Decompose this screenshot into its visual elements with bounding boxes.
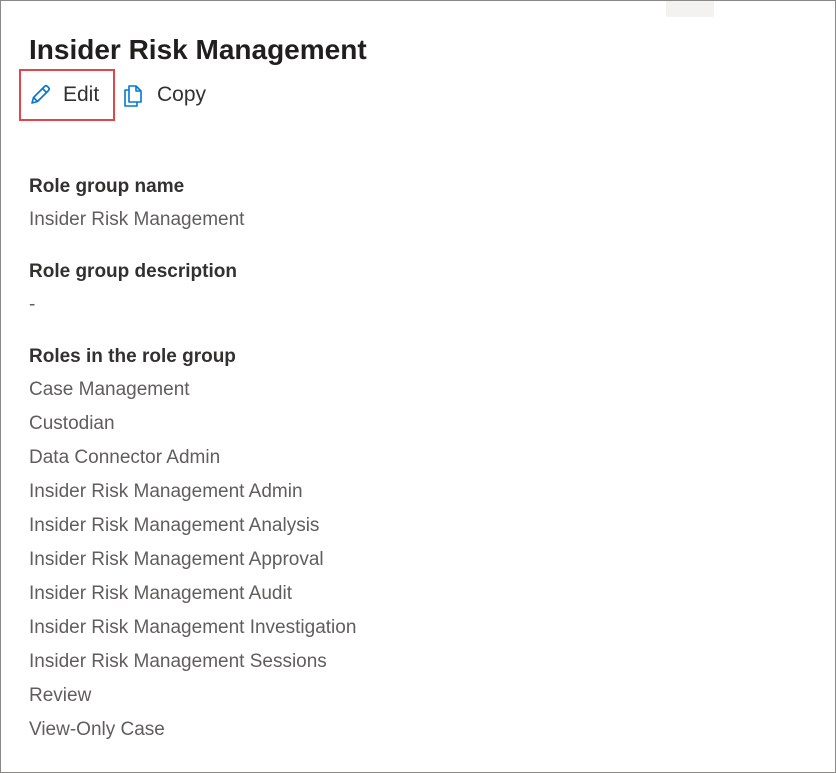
role-item: View-Only Case [29,719,165,740]
chevron-down-icon[interactable] [736,0,752,7]
roles-label: Roles in the role group [29,346,236,367]
command-bar: Edit Copy [19,69,218,121]
role-group-name-label: Role group name [29,176,185,197]
copy-icon [121,82,147,108]
edit-button[interactable]: Edit [19,69,115,121]
role-item: Case Management [29,379,190,400]
role-item: Insider Risk Management Admin [29,481,303,502]
details-content: Role group name Insider Risk Management … [29,171,815,747]
edit-button-label: Edit [63,83,100,106]
role-item: Data Connector Admin [29,447,221,468]
role-group-description-value: - [29,294,36,315]
role-item: Insider Risk Management Analysis [29,515,320,536]
top-action-button[interactable] [666,1,714,17]
role-group-details-panel: Insider Risk Management Edit Copy Role g… [0,0,836,773]
role-group-name-value: Insider Risk Management [29,209,245,230]
roles-list: Case Management Custodian Data Connector… [29,373,815,747]
role-item: Custodian [29,413,115,434]
page-title: Insider Risk Management [29,34,367,65]
role-item: Insider Risk Management Sessions [29,651,327,672]
copy-button[interactable]: Copy [115,69,218,121]
copy-button-label: Copy [157,83,207,106]
role-group-description-label: Role group description [29,261,237,282]
role-item: Insider Risk Management Investigation [29,617,357,638]
role-item: Review [29,685,92,706]
role-item: Insider Risk Management Audit [29,583,292,604]
pencil-icon [27,82,53,108]
role-item: Insider Risk Management Approval [29,549,324,570]
